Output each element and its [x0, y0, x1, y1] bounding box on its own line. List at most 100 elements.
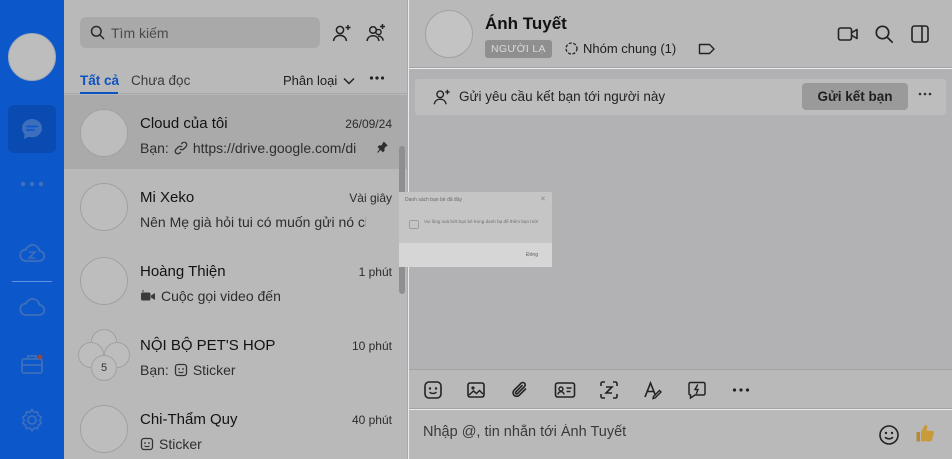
- more-nav-button[interactable]: [8, 160, 56, 208]
- friend-request-bar: Gửi yêu cầu kết bạn tới người này Gửi kế…: [415, 79, 946, 115]
- work-nav-button[interactable]: [8, 340, 56, 388]
- conversation-time: 1 phút: [358, 265, 392, 279]
- conversation-item[interactable]: Cloud của tôi 26/09/24 Bạn: https://driv…: [64, 95, 408, 169]
- conversation-time: Vài giây: [349, 191, 392, 205]
- toolbar-more-button[interactable]: [729, 378, 753, 402]
- thumbs-up-icon[interactable]: [914, 422, 936, 444]
- conversation-list: Cloud của tôi 26/09/24 Bạn: https://driv…: [64, 95, 408, 459]
- filter-more-button[interactable]: [369, 71, 385, 85]
- conversation-name: Cloud của tôi: [140, 115, 228, 132]
- messages-nav-button[interactable]: [8, 105, 56, 153]
- chat-header: Ánh Tuyết NGƯỜI LẠ Nhóm chung (1): [409, 0, 952, 68]
- conversation-name: NỘI BỘ PET'S HOP: [140, 337, 276, 354]
- preview-text: Sticker: [192, 362, 236, 378]
- dialog-close-button[interactable]: ✕: [540, 196, 546, 203]
- add-user-icon: [331, 22, 353, 44]
- text-format-icon: [643, 380, 663, 400]
- conversation-name: Mi Xeko: [140, 189, 195, 206]
- search-messages-button[interactable]: [872, 22, 896, 46]
- left-rail: [0, 0, 64, 459]
- search-input[interactable]: [111, 24, 311, 41]
- contact-avatar[interactable]: [425, 10, 473, 58]
- sticker-icon: [174, 363, 188, 377]
- add-friend-button[interactable]: [329, 20, 355, 46]
- preview-text: Nên Mẹ già hỏi tui có muốn gửi nó cho: [140, 214, 366, 230]
- link-icon: [174, 141, 188, 155]
- zcloud-nav-button[interactable]: [8, 229, 56, 277]
- preview-text: Cuộc gọi video đến: [161, 288, 281, 304]
- emoji-icon[interactable]: [878, 424, 900, 446]
- search-icon: [90, 25, 105, 40]
- contact-card-icon: [554, 381, 576, 399]
- cloud-icon: [18, 296, 46, 318]
- conversation-item[interactable]: 5 NỘI BỘ PET'S HOP 10 phút Bạn: Sticker: [64, 317, 408, 391]
- send-friend-request-button[interactable]: Gửi kết bạn: [802, 83, 908, 110]
- preview-text: https://drive.google.com/di: [192, 140, 357, 156]
- briefcase-icon: [19, 352, 45, 376]
- group-member-count: 5: [91, 355, 117, 381]
- friend-list-full-dialog: Danh sách bạn bè đã đầy ✕ Vui lòng xoá b…: [399, 192, 552, 267]
- conversation-time: 26/09/24: [345, 117, 392, 131]
- cloud-z-icon: [18, 242, 46, 264]
- contact-card-button[interactable]: [553, 378, 577, 402]
- contact-name[interactable]: Ánh Tuyết: [485, 14, 567, 34]
- flash-message-icon: [687, 380, 707, 400]
- search-icon: [874, 24, 894, 44]
- user-avatar[interactable]: [8, 33, 56, 81]
- conversation-preview: Nên Mẹ già hỏi tui có muốn gửi nó cho: [140, 214, 366, 230]
- conversation-item[interactable]: Chi-Thẩm Quy 40 phút Sticker: [64, 391, 408, 459]
- sidebar-toggle-icon: [910, 24, 930, 44]
- settings-nav-button[interactable]: [8, 396, 56, 444]
- video-call-button[interactable]: [836, 22, 860, 46]
- image-button[interactable]: [464, 378, 488, 402]
- conversation-avatar: [80, 405, 128, 453]
- toggle-info-panel-button[interactable]: [908, 22, 932, 46]
- conversation-preview: Sticker: [140, 436, 366, 452]
- classify-dropdown[interactable]: Phân loại: [283, 73, 355, 88]
- screenshot-icon: [599, 380, 619, 400]
- message-input[interactable]: [423, 424, 863, 440]
- more-dots-icon: [19, 181, 45, 187]
- sticker-button[interactable]: [421, 378, 445, 402]
- tag-icon[interactable]: [698, 43, 716, 55]
- conversation-item[interactable]: Mi Xeko Vài giây Nên Mẹ già hỏi tui có m…: [64, 169, 408, 243]
- preview-sender: Bạn:: [140, 362, 169, 378]
- gear-icon: [19, 407, 45, 433]
- sticker-icon: [140, 437, 154, 451]
- add-user-icon: [432, 87, 452, 107]
- dialog-footer: Đóng: [399, 243, 552, 267]
- group-icon: [564, 41, 579, 56]
- add-group-icon: [365, 22, 387, 44]
- tab-all[interactable]: Tất cả: [80, 73, 119, 88]
- composer-toolbar: [409, 369, 952, 409]
- filter-bar: Tất cả Chưa đọc Phân loại: [64, 62, 408, 94]
- dialog-close-action-button[interactable]: Đóng: [518, 249, 546, 261]
- conversation-avatar: [80, 183, 128, 231]
- tab-unread[interactable]: Chưa đọc: [131, 73, 190, 88]
- conversation-avatar: [80, 257, 128, 305]
- friend-request-text: Gửi yêu cầu kết bạn tới người này: [459, 89, 666, 104]
- chat-icon: [19, 116, 45, 142]
- conversation-preview: Bạn: Sticker: [140, 362, 366, 378]
- common-groups-link[interactable]: Nhóm chung (1): [564, 41, 676, 56]
- image-icon: [466, 380, 486, 400]
- conversation-name: Hoàng Thiện: [140, 263, 226, 280]
- search-box[interactable]: [80, 17, 320, 48]
- dialog-info-icon: [409, 220, 419, 229]
- quick-message-button[interactable]: [685, 378, 709, 402]
- video-camera-icon: [837, 26, 859, 42]
- conversation-panel: Tất cả Chưa đọc Phân loại Cloud của tôi …: [64, 0, 408, 459]
- conversation-avatar: [80, 109, 128, 157]
- cloud-nav-button[interactable]: [8, 283, 56, 331]
- screenshot-button[interactable]: [597, 378, 621, 402]
- conversation-item[interactable]: Hoàng Thiện 1 phút Cuộc gọi video đến: [64, 243, 408, 317]
- preview-sender: Bạn:: [140, 140, 169, 156]
- chevron-down-icon: [343, 77, 355, 85]
- create-group-button[interactable]: [363, 20, 389, 46]
- text-format-button[interactable]: [641, 378, 665, 402]
- message-composer: [409, 410, 952, 459]
- attach-file-button[interactable]: [508, 378, 532, 402]
- common-groups-label: Nhóm chung (1): [583, 41, 677, 56]
- friend-bar-more-button[interactable]: [918, 87, 932, 101]
- conversation-preview: Bạn: https://drive.google.com/di: [140, 140, 366, 156]
